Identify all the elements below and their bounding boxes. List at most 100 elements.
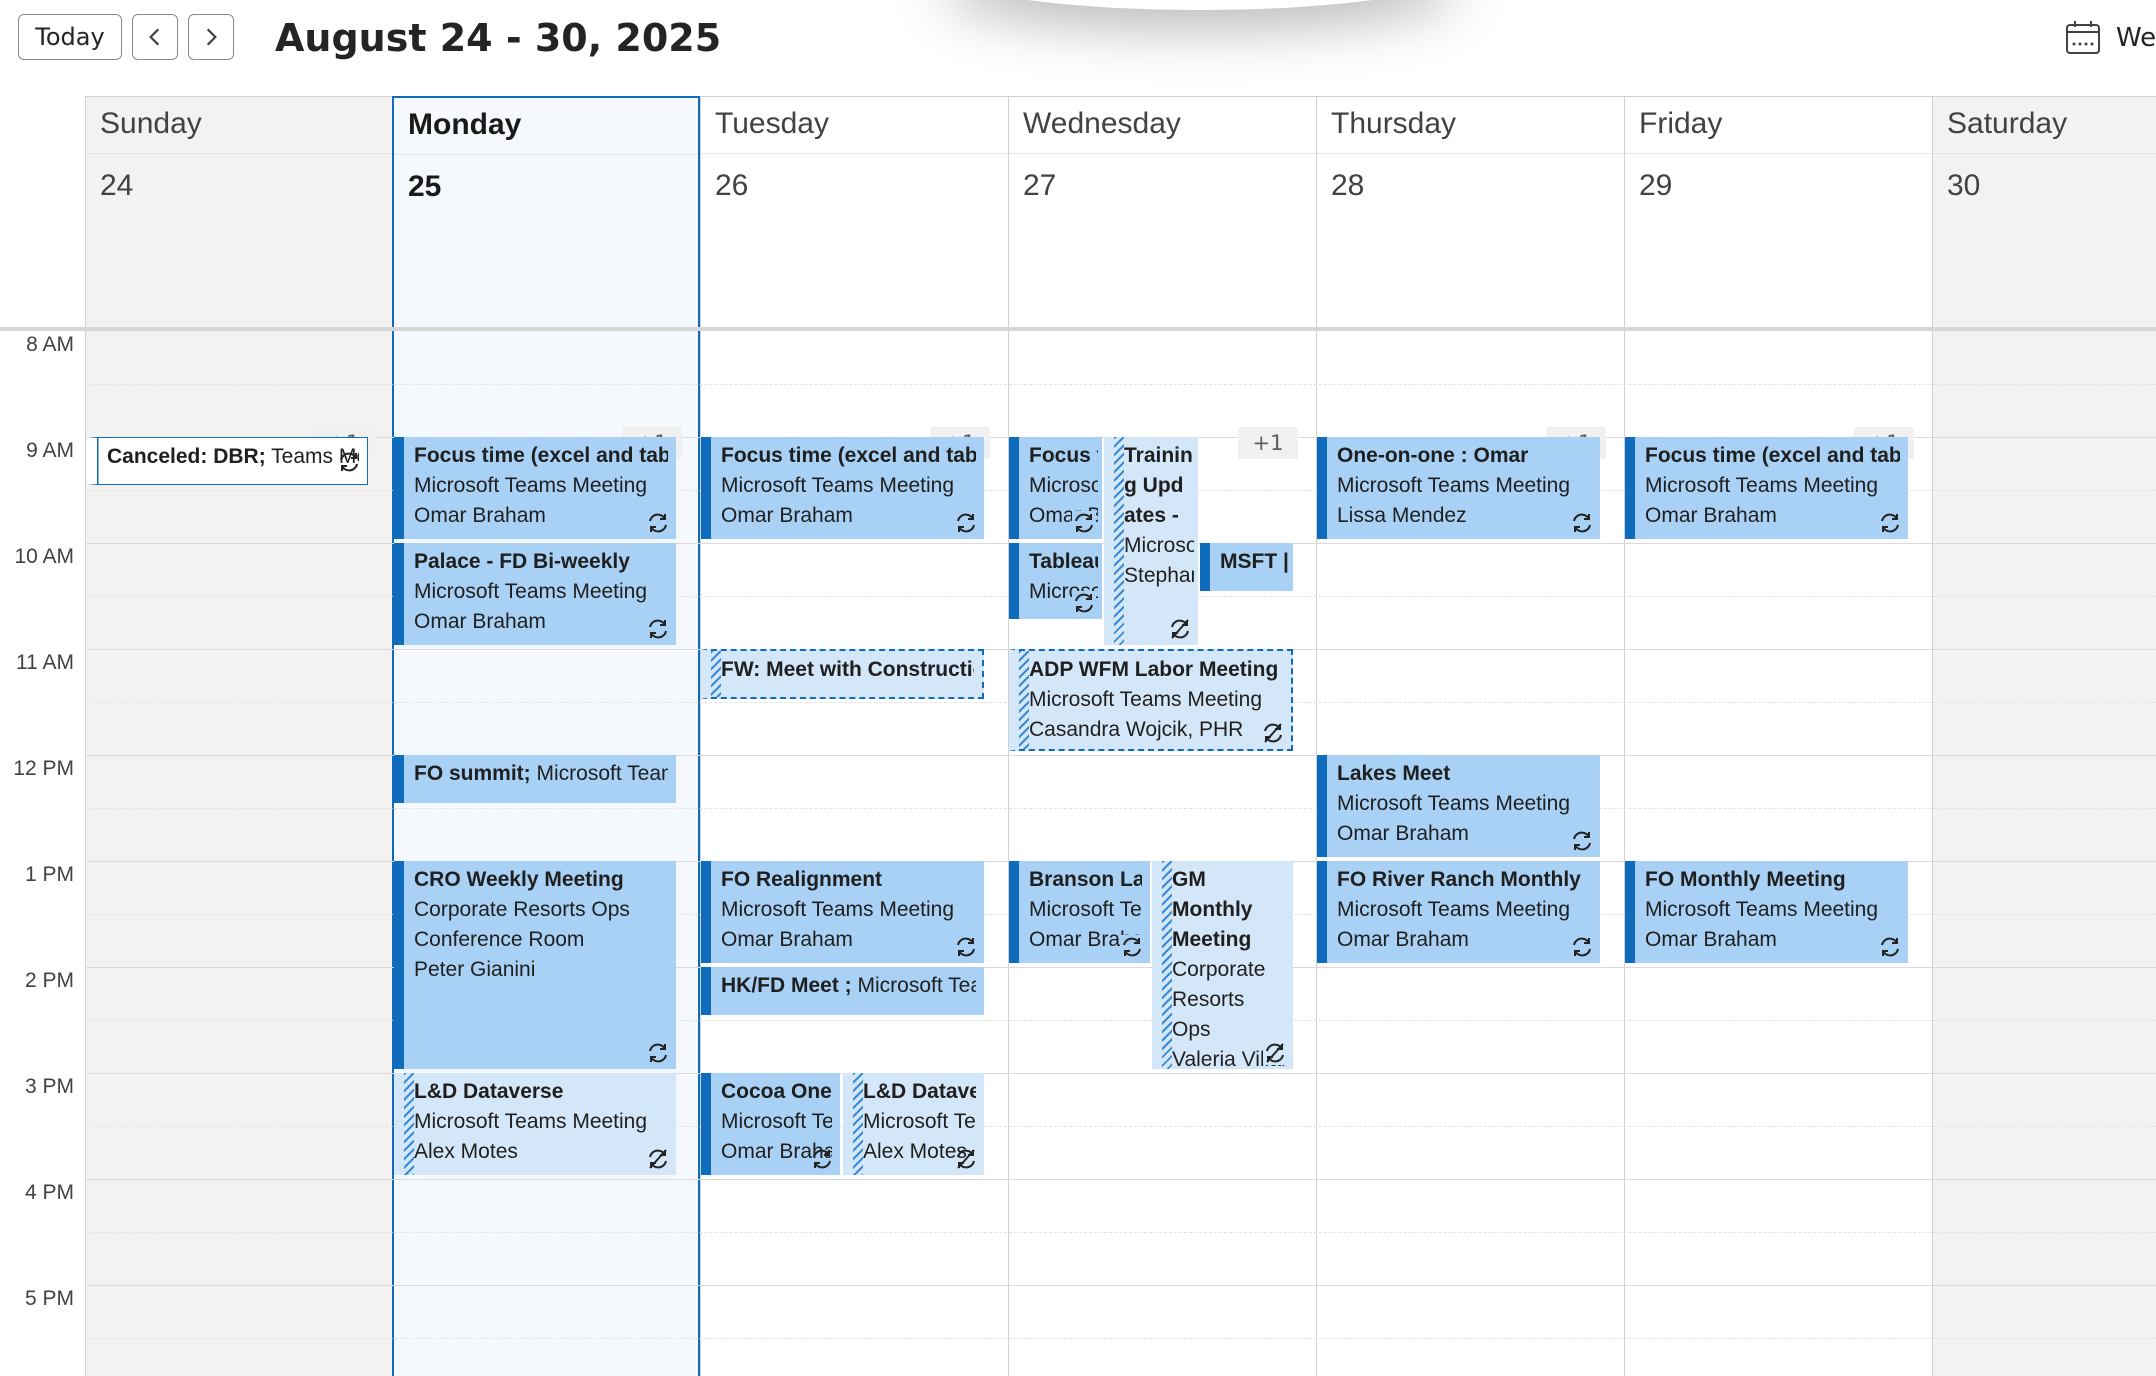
event-title: GM Monthly Meeting xyxy=(1172,868,1253,951)
event-ld-dataverse[interactable]: L&D Dataverse Microsoft Teams Meeting Al… xyxy=(843,1073,984,1175)
day-header-tuesday[interactable]: Tuesday 26 xyxy=(700,96,1008,328)
view-switcher[interactable]: We xyxy=(2064,16,2156,60)
recurring-icon xyxy=(1570,511,1594,535)
previous-week-button[interactable] xyxy=(132,14,178,60)
event-title: FW: Meet with Construction xyxy=(721,658,974,681)
event-title: MSFT | xyxy=(1220,550,1289,573)
event-organizer: Omar Braham xyxy=(414,504,546,527)
recurring-exception-icon xyxy=(1168,617,1192,641)
day-column-sunday[interactable] xyxy=(85,331,393,1376)
event-title: FO summit; xyxy=(414,762,531,785)
event-title: Tableau xyxy=(1029,550,1098,573)
hour-label: 12 PM xyxy=(13,757,74,780)
event-title: HK/FD Meet ; xyxy=(721,974,852,997)
event-adp-wfm-labor[interactable]: ADP WFM Labor Meeting Microsoft Teams Me… xyxy=(1009,649,1293,751)
recurring-exception-icon xyxy=(1261,721,1285,745)
day-number: 25 xyxy=(408,170,442,203)
event-tableau[interactable]: Tableau Microsoft Teams Meeting xyxy=(1009,543,1102,619)
event-focus-time[interactable]: Focus time (excel and table) Microsoft T… xyxy=(1625,437,1908,539)
event-location: Conference Room xyxy=(414,928,585,951)
day-number: 29 xyxy=(1639,169,1673,202)
hour-label: 10 AM xyxy=(14,545,74,568)
event-fo-river-ranch[interactable]: FO River Ranch Monthly Microsoft Teams M… xyxy=(1317,861,1600,963)
event-location: Microsoft Teams Meeting xyxy=(863,1110,976,1133)
recurring-exception-icon xyxy=(1263,1041,1287,1065)
event-cocoa-one[interactable]: Cocoa One Microsoft Teams Meeting Omar B… xyxy=(701,1073,840,1175)
recurring-icon xyxy=(954,935,978,959)
event-title: One-on-one : Omar xyxy=(1337,444,1529,467)
day-name: Friday xyxy=(1639,107,1723,140)
event-fw-meet-construction[interactable]: FW: Meet with Construction xyxy=(701,649,984,699)
recurring-icon xyxy=(810,1147,834,1171)
event-title: L&D Dataverse xyxy=(863,1080,976,1103)
event-canceled-dbr[interactable]: Canceled: DBR; Teams Meeting xyxy=(87,437,368,485)
event-fo-summit[interactable]: FO summit; Microsoft Teams Meeting xyxy=(394,755,676,803)
event-organizer: Omar Braham xyxy=(721,504,853,527)
date-range-title[interactable]: August 24 - 30, 2025 xyxy=(275,14,721,62)
recurring-icon xyxy=(954,511,978,535)
day-name: Wednesday xyxy=(1023,107,1181,140)
event-fo-monthly[interactable]: FO Monthly Meeting Microsoft Teams Meeti… xyxy=(1625,861,1908,963)
event-hk-fd-meet[interactable]: HK/FD Meet ; Microsoft Teams Meeting xyxy=(701,967,984,1015)
divider xyxy=(86,153,393,154)
event-location: Microsoft Teams Meeting xyxy=(721,1110,832,1133)
event-organizer: Alex Motes xyxy=(414,1140,518,1163)
day-number: 24 xyxy=(100,169,134,202)
day-name: Sunday xyxy=(100,107,202,140)
event-gm-monthly[interactable]: GM Monthly Meeting Corporate Resorts Ops… xyxy=(1152,861,1293,1069)
event-title: L&D Dataverse xyxy=(414,1080,564,1103)
day-column-saturday[interactable] xyxy=(1932,331,2156,1376)
divider xyxy=(1933,153,2156,154)
day-header-monday[interactable]: Monday 25 xyxy=(392,96,700,328)
today-button[interactable]: Today xyxy=(18,14,122,60)
event-lakes-meet[interactable]: Lakes Meet Microsoft Teams Meeting Omar … xyxy=(1317,755,1600,857)
calendar-view-icon xyxy=(2066,21,2100,54)
recurring-icon xyxy=(1120,935,1144,959)
event-fo-realignment[interactable]: FO Realignment Microsoft Teams Meeting O… xyxy=(701,861,984,963)
event-training-updates[interactable]: Training Updates - Microsoft Teams Meeti… xyxy=(1104,437,1198,645)
half-hour-line xyxy=(85,808,2156,809)
recurring-icon xyxy=(1878,935,1902,959)
event-palace-fd[interactable]: Palace - FD Bi-weekly Microsoft Teams Me… xyxy=(394,543,676,645)
event-branson-lakes[interactable]: Branson Lakes Microsoft Teams Meeting Om… xyxy=(1009,861,1150,963)
popup-shadow xyxy=(940,0,1460,10)
event-organizer: Stephanie xyxy=(1124,564,1194,587)
recurring-icon xyxy=(1878,511,1902,535)
event-focus-time[interactable]: Focus time Microsoft Teams Meeting Omar … xyxy=(1009,437,1102,539)
event-location: Microsoft Teams Meeting xyxy=(414,1110,648,1133)
event-organizer: Lissa Mendez xyxy=(1337,504,1467,527)
hour-label: 2 PM xyxy=(24,969,74,992)
event-location: Corporate Resorts Ops xyxy=(1172,958,1266,1041)
event-title: FO Realignment xyxy=(721,868,883,891)
event-location: Microsoft Teams Meeting xyxy=(857,974,977,997)
event-one-on-one-omar[interactable]: One-on-one : Omar Microsoft Teams Meetin… xyxy=(1317,437,1600,539)
event-title: ADP WFM Labor Meeting xyxy=(1029,658,1279,681)
event-title: Focus time (excel and table) xyxy=(414,444,668,467)
hour-label: 3 PM xyxy=(24,1075,74,1098)
hour-label: 4 PM xyxy=(24,1181,74,1204)
day-header-sunday[interactable]: Sunday 24 xyxy=(85,96,393,328)
event-msft[interactable]: MSFT | xyxy=(1200,543,1293,591)
event-cro-weekly[interactable]: CRO Weekly Meeting Corporate Resorts Ops… xyxy=(394,861,676,1069)
day-number: 26 xyxy=(715,169,749,202)
event-title: Focus time xyxy=(1029,444,1098,467)
event-location: Microsoft Teams Meeting xyxy=(414,580,648,603)
event-location: Microsoft Teams Meeting xyxy=(1645,898,1879,921)
day-header-saturday[interactable]: Saturday 30 xyxy=(1932,96,2156,328)
event-location: Microsoft Teams Meeting xyxy=(414,474,648,497)
day-number: 30 xyxy=(1947,169,1981,202)
event-title: Lakes Meet xyxy=(1337,762,1451,785)
day-header-friday[interactable]: Friday 29 xyxy=(1624,96,1932,328)
event-ld-dataverse[interactable]: L&D Dataverse Microsoft Teams Meeting Al… xyxy=(394,1073,676,1175)
event-location: Microsoft Teams Meeting xyxy=(1645,474,1879,497)
recurring-exception-icon xyxy=(646,1147,670,1171)
event-focus-time[interactable]: Focus time (excel and table) Microsoft T… xyxy=(701,437,984,539)
event-organizer: Casandra Wojcik, PHR xyxy=(1029,718,1244,741)
more-events-badge[interactable]: +1 xyxy=(1238,427,1298,459)
event-title: Palace - FD Bi-weekly xyxy=(414,550,630,573)
day-header-thursday[interactable]: Thursday 28 xyxy=(1316,96,1624,328)
next-week-button[interactable] xyxy=(188,14,234,60)
event-focus-time[interactable]: Focus time (excel and table) Microsoft T… xyxy=(394,437,676,539)
event-organizer: Omar Braham xyxy=(1337,928,1469,951)
day-header-wednesday[interactable]: Wednesday 27 xyxy=(1008,96,1316,328)
